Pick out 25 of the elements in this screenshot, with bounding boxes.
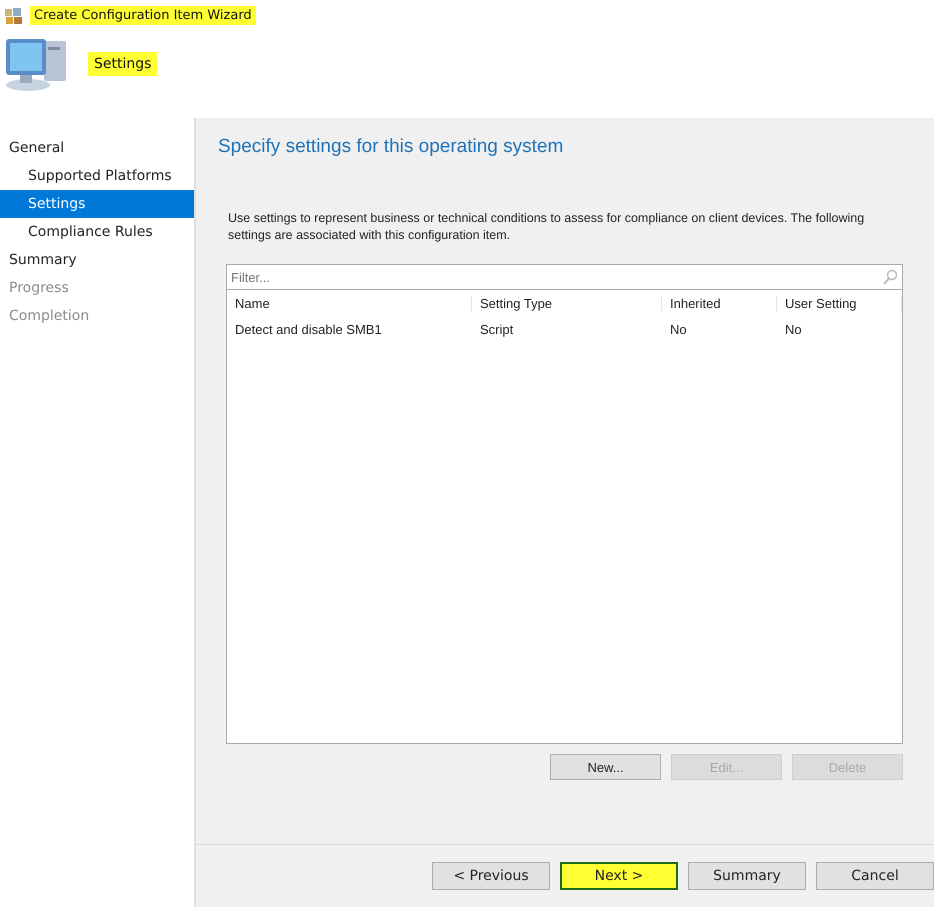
page-title: Specify settings for this operating system (218, 136, 564, 158)
search-icon (882, 269, 898, 285)
wizard-button[interactable]: Cancel (816, 862, 934, 890)
column-header[interactable]: Setting Type (472, 296, 662, 310)
table-cell-text: Script (479, 322, 514, 336)
filter-field[interactable]: Filter... (226, 264, 903, 290)
table-cell-text: No (784, 322, 803, 336)
table-cell-text: Detect and disable SMB1 (234, 322, 383, 336)
sidebar-item[interactable]: Compliance Rules (0, 218, 194, 246)
column-header[interactable]: Inherited (662, 296, 777, 310)
action-button[interactable]: New... (550, 754, 661, 780)
column-header[interactable]: Name (227, 296, 472, 310)
wizard-button[interactable]: Next > (560, 862, 678, 890)
sidebar-item[interactable]: Summary (0, 246, 194, 274)
column-header[interactable]: User Setting (777, 296, 902, 310)
sidebar-item[interactable]: General (0, 134, 194, 162)
sidebar-item[interactable]: Supported Platforms (0, 162, 194, 190)
page-heading: Settings (88, 52, 158, 76)
description: Use settings to represent business or technical conditions to assess for compliance on client devices. The following settings are associated with this configuration item. (228, 210, 866, 244)
wizard-icon (4, 6, 24, 24)
window-title: Create Configuration Item Wizard (30, 6, 256, 25)
sidebar-item[interactable]: Settings (0, 190, 194, 218)
table-cell-text: No (669, 322, 688, 336)
wizard-button[interactable]: Summary (688, 862, 806, 890)
wizard-button[interactable]: < Previous (432, 862, 550, 890)
